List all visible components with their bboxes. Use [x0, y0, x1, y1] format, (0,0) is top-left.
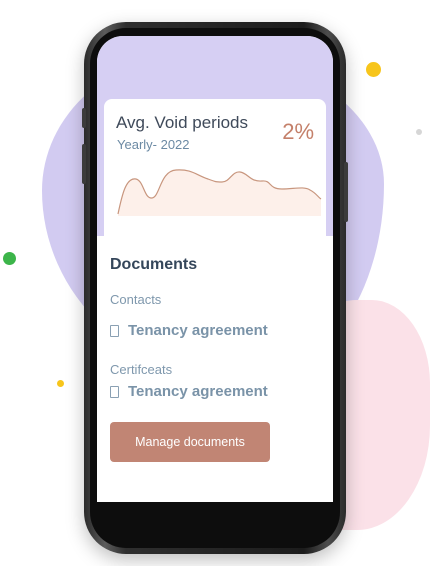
decorative-small-yellow-dot	[57, 380, 64, 387]
phone-side-button	[82, 108, 86, 128]
document-icon	[110, 385, 119, 398]
decorative-yellow-dot	[366, 62, 381, 77]
phone-screen: Avg. Void periods Yearly- 2022 2% Docume…	[97, 36, 333, 502]
void-periods-sparkline	[117, 169, 322, 216]
decorative-gray-dot	[416, 129, 422, 135]
document-link-label: Tenancy agreement	[128, 383, 268, 400]
phone-volume-button	[82, 144, 86, 184]
section-label-certificates: Certifceats	[110, 362, 173, 377]
document-link-tenancy-agreement[interactable]: Tenancy agreement	[110, 383, 268, 400]
card-subtitle: Yearly- 2022	[117, 137, 190, 152]
manage-documents-button[interactable]: Manage documents	[110, 422, 270, 462]
phone-power-button	[344, 162, 348, 222]
document-link-tenancy-agreement[interactable]: Tenancy agreement	[110, 322, 268, 339]
card-title: Avg. Void periods	[116, 113, 248, 132]
section-label-contacts: Contacts	[110, 292, 162, 307]
void-periods-card: Avg. Void periods Yearly- 2022 2%	[104, 99, 326, 244]
sparkline-area	[118, 169, 321, 216]
documents-title: Documents	[110, 256, 198, 273]
decorative-green-dot	[3, 252, 16, 265]
document-link-label: Tenancy agreement	[128, 322, 268, 339]
document-icon	[110, 324, 119, 337]
phone-mockup: Avg. Void periods Yearly- 2022 2% Docume…	[82, 22, 348, 554]
void-percentage: 2%	[282, 119, 314, 144]
phone-bezel: Avg. Void periods Yearly- 2022 2% Docume…	[90, 28, 340, 548]
